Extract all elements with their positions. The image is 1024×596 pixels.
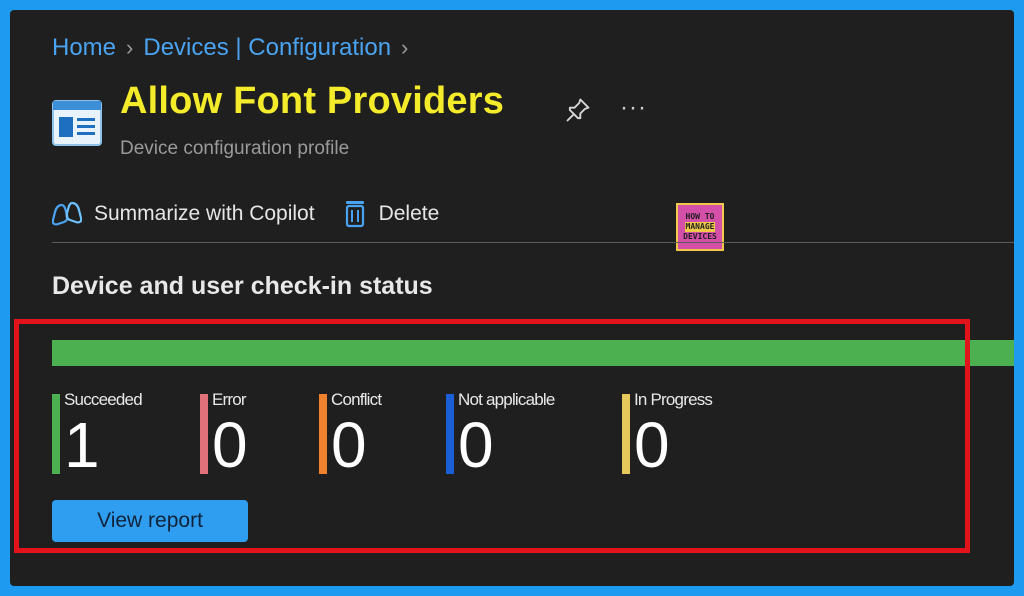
summarize-copilot-button[interactable]: Summarize with Copilot xyxy=(52,201,315,227)
watermark-top: HOW TO xyxy=(685,212,715,221)
toolbar: Summarize with Copilot Delete xyxy=(52,200,439,228)
delete-label: Delete xyxy=(378,202,440,225)
page-title-wrap: Allow Font Providers xyxy=(120,80,504,123)
breadcrumb-home[interactable]: Home xyxy=(52,34,116,62)
delete-button[interactable]: Delete xyxy=(343,200,440,228)
profile-icon xyxy=(52,100,102,146)
section-title: Device and user check-in status xyxy=(52,272,433,300)
chevron-right-icon: › xyxy=(401,35,409,60)
watermark-bottom: DEVICES xyxy=(683,232,717,241)
highlight-box xyxy=(14,319,970,553)
more-options-icon[interactable]: ··· xyxy=(620,94,647,122)
breadcrumb-devices-configuration[interactable]: Devices | Configuration xyxy=(143,34,391,62)
how-to-manage-devices-logo: HOW TO MANAGE DEVICES xyxy=(676,203,724,251)
toolbar-divider xyxy=(52,242,1014,243)
breadcrumb: Home › Devices | Configuration › xyxy=(52,34,408,62)
chevron-right-icon: › xyxy=(126,35,134,60)
page-subtitle: Device configuration profile xyxy=(120,138,350,159)
copilot-icon xyxy=(52,201,82,226)
trash-icon xyxy=(345,201,364,228)
pin-icon[interactable] xyxy=(564,96,592,124)
app-window: Home › Devices | Configuration › Allow F… xyxy=(10,10,1014,586)
summarize-copilot-label: Summarize with Copilot xyxy=(94,202,315,225)
watermark-mid: MANAGE xyxy=(684,222,716,232)
page-title: Allow Font Providers xyxy=(120,80,505,122)
